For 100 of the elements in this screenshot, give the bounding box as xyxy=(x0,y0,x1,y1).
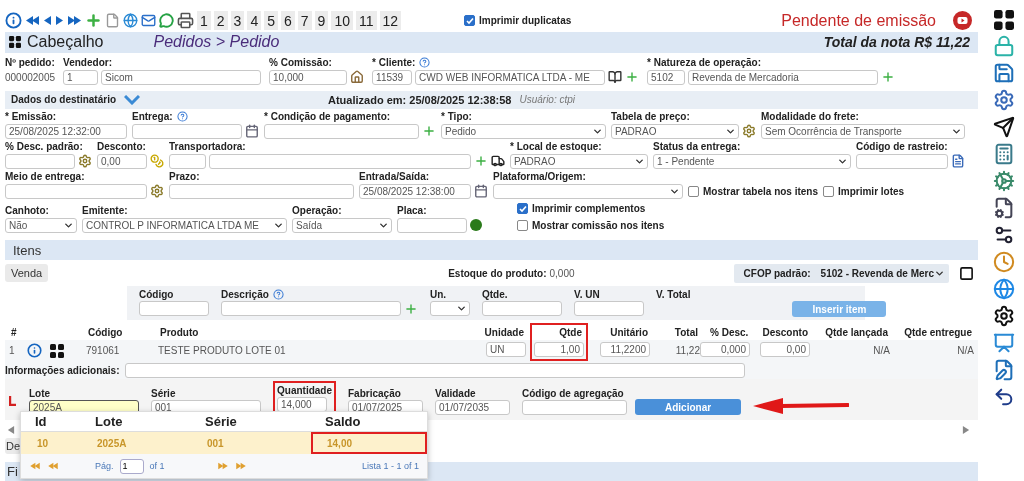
plus-icon[interactable] xyxy=(85,12,102,30)
select-field[interactable]: 5102 - Revenda de Merc xyxy=(820,267,945,279)
text-field[interactable]: 01/07/2035 xyxy=(435,400,510,416)
truck-icon[interactable] xyxy=(491,154,505,169)
document-gear-icon[interactable] xyxy=(993,197,1015,219)
page-button[interactable]: 6 xyxy=(281,11,295,31)
last-icon[interactable] xyxy=(67,15,82,27)
edit-document-icon[interactable] xyxy=(993,359,1015,381)
select-field[interactable]: Pedido xyxy=(441,123,606,139)
help-icon[interactable] xyxy=(419,57,431,69)
text-field[interactable] xyxy=(169,183,354,199)
scroll-right-icon[interactable] xyxy=(962,425,970,436)
text-field[interactable]: 10,000 xyxy=(269,69,348,85)
text-field[interactable] xyxy=(397,217,467,233)
globe-icon[interactable] xyxy=(993,278,1015,300)
checkbox[interactable] xyxy=(464,15,476,27)
lock-icon[interactable] xyxy=(993,35,1015,57)
code-field[interactable]: 5102 xyxy=(647,69,686,85)
page-button[interactable]: 4 xyxy=(247,11,262,31)
text-field[interactable] xyxy=(522,400,627,416)
coin-icon[interactable] xyxy=(150,154,164,169)
select-field[interactable]: CONTROL P INFORMATICA LTDA ME xyxy=(82,217,287,233)
settings-icon[interactable] xyxy=(993,305,1015,327)
grid-icon[interactable] xyxy=(994,10,1014,30)
checkbox[interactable] xyxy=(517,203,528,215)
date-field[interactable]: 25/08/2025 12:38:00 xyxy=(359,183,471,199)
code-field[interactable] xyxy=(169,153,206,169)
text-field[interactable] xyxy=(264,123,419,139)
text-field[interactable]: CWD WEB INFORMATICA LTDA - ME xyxy=(415,69,606,85)
document-icon[interactable] xyxy=(105,13,120,29)
help-icon[interactable] xyxy=(176,111,188,123)
scroll-left-icon[interactable] xyxy=(7,425,15,436)
gear-icon[interactable] xyxy=(78,154,92,169)
mail-icon[interactable] xyxy=(141,13,156,29)
page-button[interactable]: 10 xyxy=(331,11,353,31)
text-field[interactable]: 25/08/2025 12:32:00 xyxy=(5,123,127,139)
text-field[interactable] xyxy=(856,153,948,169)
tab[interactable]: Venda xyxy=(5,264,49,283)
select-field[interactable]: Saída xyxy=(292,217,392,233)
globe-icon[interactable] xyxy=(123,13,138,29)
tab[interactable]: De xyxy=(5,438,22,455)
previous-icon[interactable] xyxy=(43,15,52,27)
grid-icon[interactable] xyxy=(9,36,21,49)
page-button[interactable]: 11 xyxy=(355,11,377,31)
select-field[interactable]: Não xyxy=(5,217,77,233)
play-icon[interactable] xyxy=(953,11,972,31)
page-button[interactable]: 12 xyxy=(379,11,402,31)
gear-icon[interactable] xyxy=(993,89,1015,111)
send-icon[interactable] xyxy=(993,116,1015,138)
calculator-icon[interactable] xyxy=(993,143,1015,165)
plus-icon[interactable] xyxy=(881,70,896,85)
house-icon[interactable] xyxy=(350,70,365,85)
table-input[interactable]: UN xyxy=(486,342,526,358)
select-field[interactable]: PADRAO xyxy=(611,123,739,139)
grid-icon[interactable] xyxy=(50,343,64,358)
table-input[interactable]: 1,00 xyxy=(534,342,584,358)
gear-icon[interactable] xyxy=(150,184,164,199)
checkbox[interactable] xyxy=(517,220,528,232)
checkbox[interactable] xyxy=(688,186,699,198)
select-field[interactable]: 1 - Pendente xyxy=(653,153,851,169)
text-field[interactable] xyxy=(125,362,746,378)
page-button[interactable]: 7 xyxy=(297,11,312,31)
text-field[interactable] xyxy=(139,301,209,317)
text-field[interactable]: Sicom xyxy=(101,69,262,85)
code-field[interactable]: 11539 xyxy=(372,69,413,85)
select-field[interactable] xyxy=(430,301,470,317)
text-field[interactable] xyxy=(574,301,644,317)
checkbox[interactable] xyxy=(823,186,835,198)
select-field[interactable]: PADRAO xyxy=(510,153,648,169)
page-button[interactable]: 1 xyxy=(197,11,211,31)
printer-icon[interactable] xyxy=(177,12,194,30)
plus-icon[interactable] xyxy=(422,124,436,139)
info-icon[interactable] xyxy=(27,343,42,359)
square-icon[interactable] xyxy=(959,265,974,281)
page-button[interactable]: 2 xyxy=(213,11,228,31)
page-button[interactable]: 3 xyxy=(230,11,245,31)
page-button[interactable]: 5 xyxy=(264,11,278,31)
select-field[interactable]: Sem Ocorrência de Transporte xyxy=(761,123,965,139)
text-field[interactable]: 0,00 xyxy=(97,153,147,169)
page-field[interactable]: 1 xyxy=(119,458,144,474)
cog-icon[interactable] xyxy=(993,170,1015,192)
table-input[interactable]: 11,2200 xyxy=(600,342,650,358)
save-icon[interactable] xyxy=(993,62,1015,84)
gear-icon[interactable] xyxy=(742,124,756,139)
text-field[interactable] xyxy=(5,153,75,169)
presentation-icon[interactable] xyxy=(993,332,1015,354)
text-field[interactable] xyxy=(482,301,562,317)
calendar-icon[interactable] xyxy=(245,124,259,139)
text-field[interactable] xyxy=(209,153,471,169)
date-field[interactable] xyxy=(132,123,242,139)
info-icon[interactable] xyxy=(5,12,22,30)
page-button[interactable]: 9 xyxy=(314,11,329,31)
code-field[interactable]: 1 xyxy=(63,69,99,85)
clock-icon[interactable] xyxy=(993,251,1015,273)
next-icon[interactable] xyxy=(55,15,64,27)
book-icon[interactable] xyxy=(608,70,623,85)
calendar-icon[interactable] xyxy=(474,184,488,199)
text-field[interactable] xyxy=(221,301,401,317)
text-field[interactable] xyxy=(5,183,147,199)
table-input[interactable]: 0,00 xyxy=(760,342,810,358)
